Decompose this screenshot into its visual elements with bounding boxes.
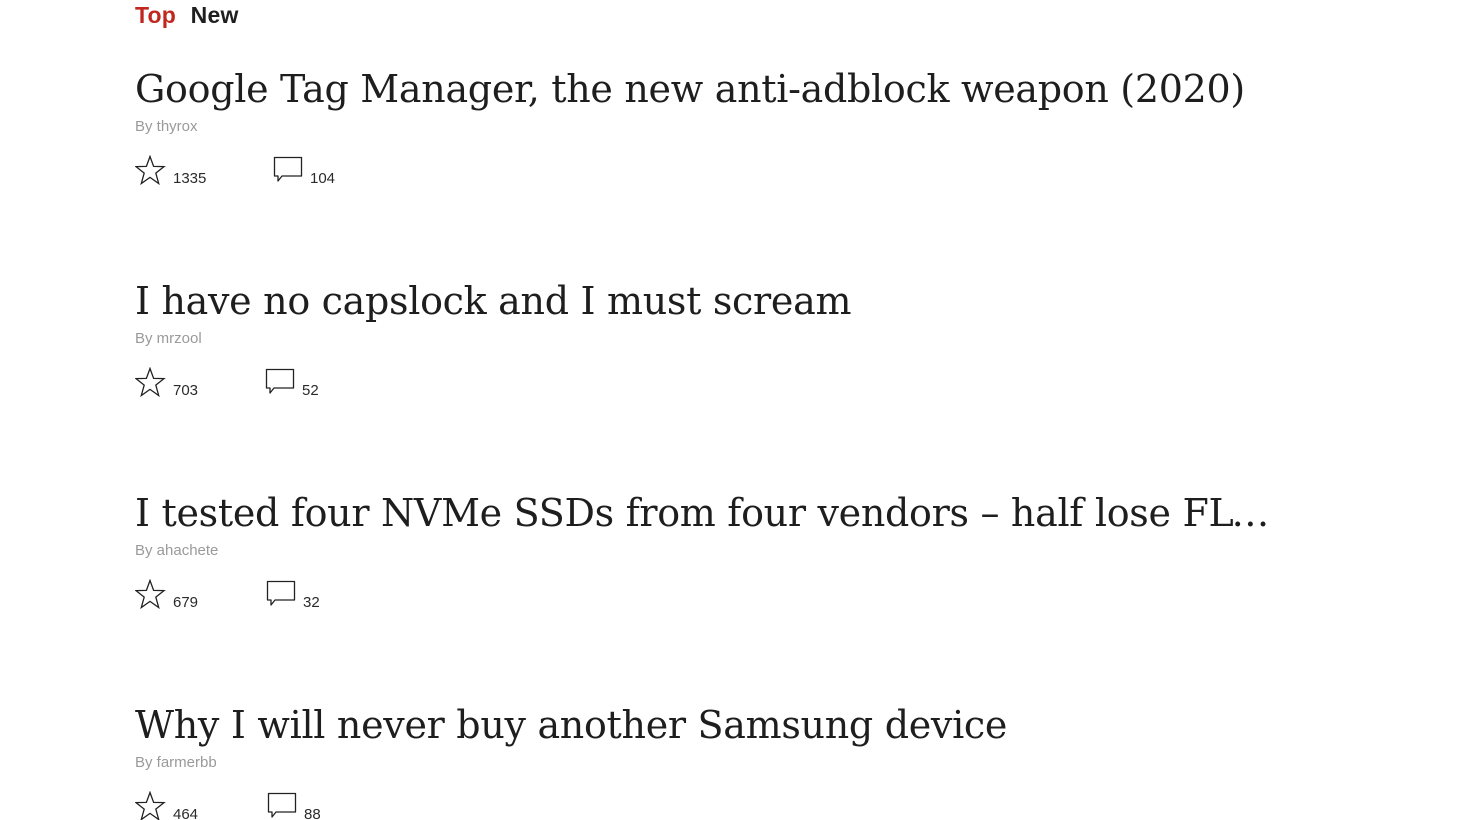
star-count: 1335 (173, 170, 207, 187)
story-item: Google Tag Manager, the new anti-adblock… (135, 66, 1335, 195)
story-stats: 464 88 (135, 791, 1335, 820)
star-count: 464 (173, 806, 199, 820)
star-icon (135, 579, 166, 610)
star-count: 679 (173, 594, 199, 611)
story-author[interactable]: By mrzool (135, 330, 1335, 347)
star-count: 703 (173, 382, 199, 399)
comment-count: 32 (303, 594, 320, 611)
tab-new[interactable]: New (191, 2, 239, 29)
star-icon (135, 155, 166, 186)
story-title[interactable]: I have no capslock and I must scream (135, 278, 1285, 324)
story-author[interactable]: By farmerbb (135, 754, 1335, 771)
feed-tabs: Top New (135, 2, 247, 29)
comment-icon (266, 580, 296, 606)
star-icon (135, 367, 166, 398)
story-title[interactable]: Why I will never buy another Samsung dev… (135, 702, 1285, 748)
comment-icon (265, 368, 295, 394)
star-icon (135, 791, 166, 820)
story-item: I have no capslock and I must scream By … (135, 278, 1335, 407)
comment-count: 88 (304, 806, 321, 820)
story-stats: 1335 104 (135, 155, 1335, 195)
comment-icon (273, 156, 303, 182)
story-stats: 703 52 (135, 367, 1335, 407)
comment-count: 52 (302, 382, 319, 399)
story-author[interactable]: By thyrox (135, 118, 1335, 135)
story-stats: 679 32 (135, 579, 1335, 619)
story-item: Why I will never buy another Samsung dev… (135, 702, 1335, 820)
story-title[interactable]: I tested four NVMe SSDs from four vendor… (135, 490, 1285, 536)
comment-count: 104 (310, 170, 336, 187)
story-item: I tested four NVMe SSDs from four vendor… (135, 490, 1335, 619)
story-title[interactable]: Google Tag Manager, the new anti-adblock… (135, 66, 1285, 112)
comment-icon (267, 792, 297, 818)
story-author[interactable]: By ahachete (135, 542, 1335, 559)
tab-top[interactable]: Top (135, 2, 176, 29)
